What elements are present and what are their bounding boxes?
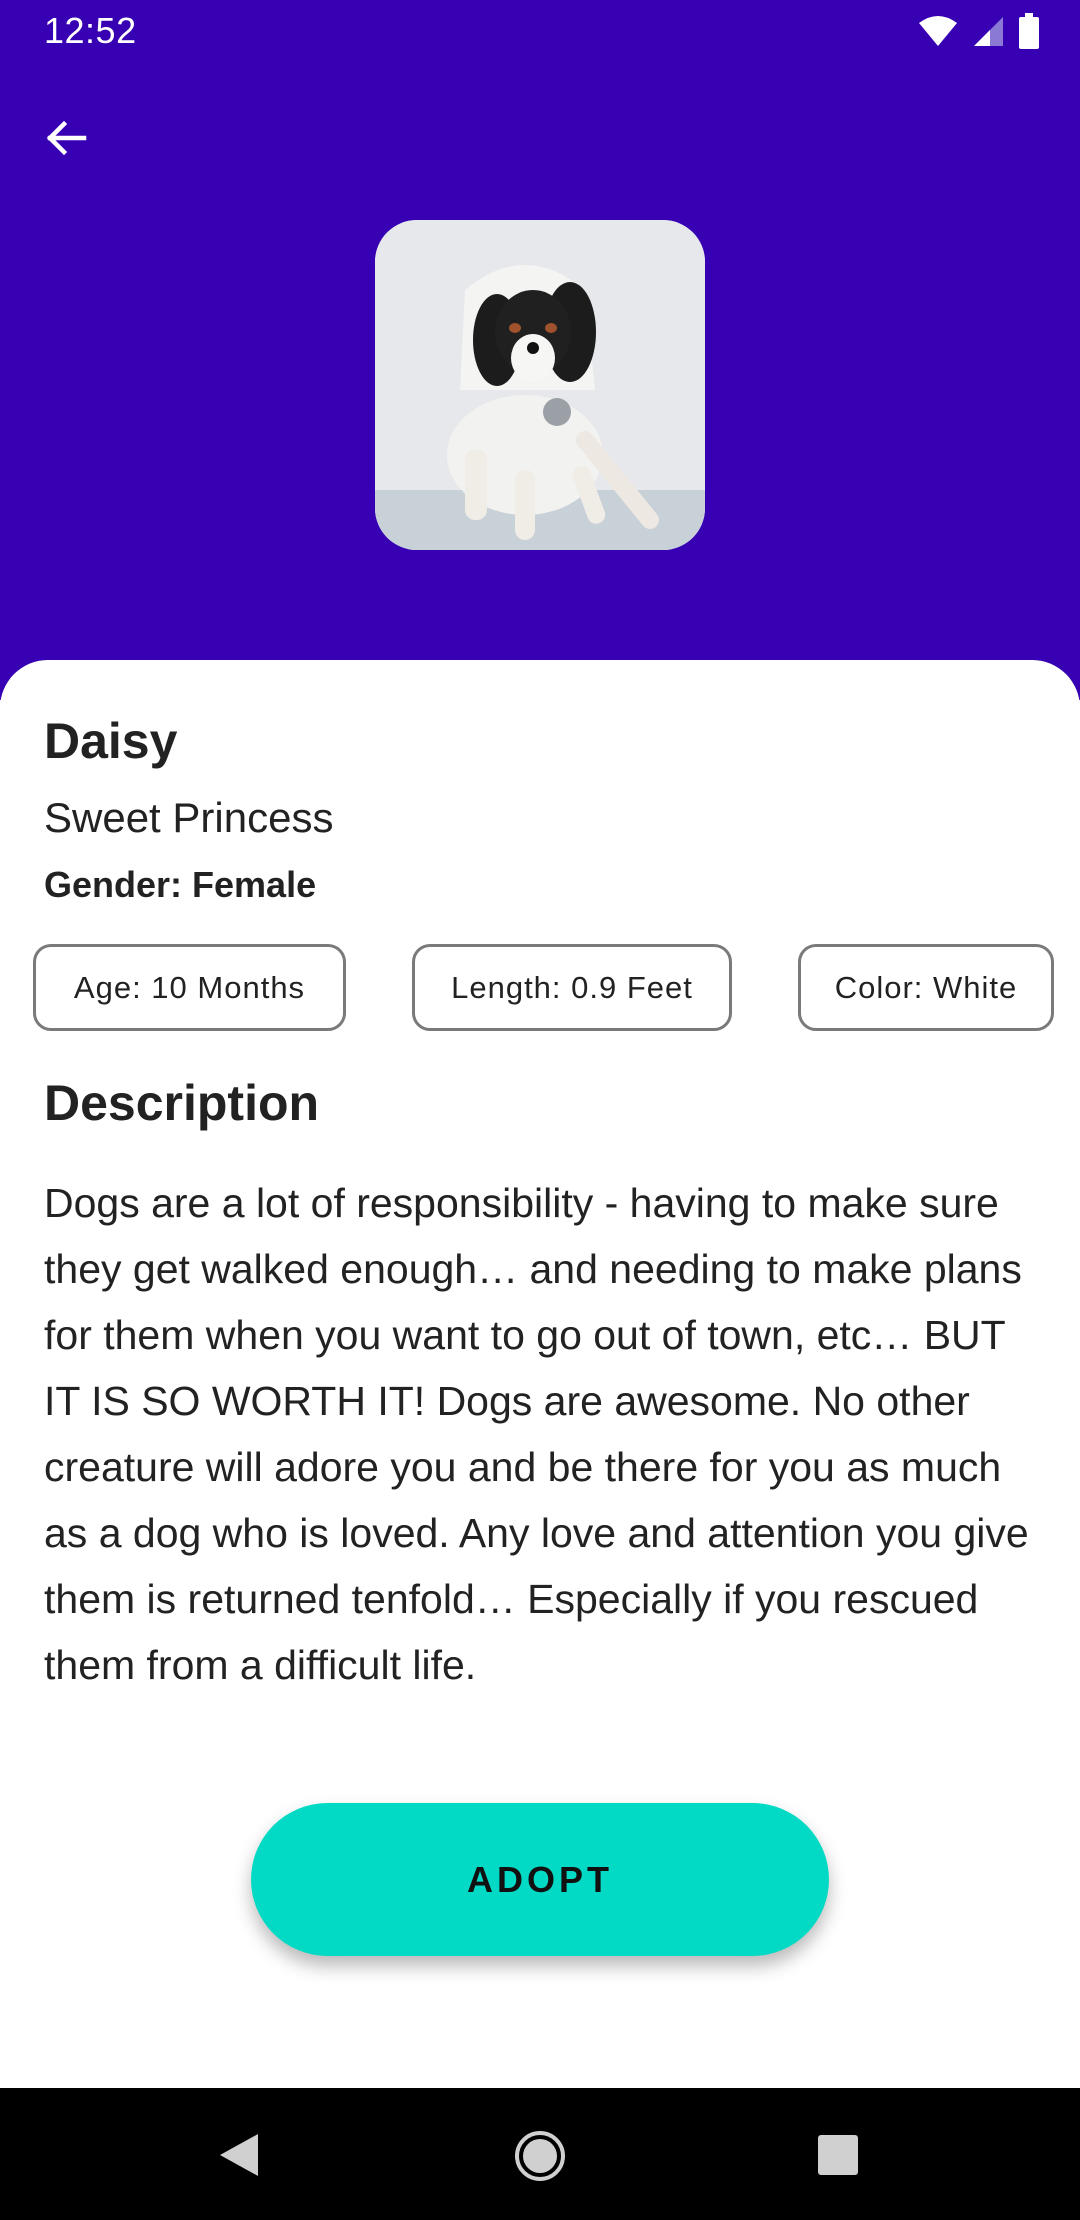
description-text: Dogs are a lot of responsibility - havin…: [44, 1180, 1029, 1688]
length-chip: Length: 0.9 Feet: [412, 944, 732, 1031]
pet-gender: Gender: Female: [44, 864, 317, 905]
pet-subtitle: Sweet Princess: [44, 794, 334, 841]
status-time: 12:52: [44, 10, 137, 51]
signal-icon: [972, 15, 1004, 52]
status-icons: [918, 12, 1040, 54]
nav-home-icon[interactable]: [514, 2130, 566, 2187]
arrow-left-icon: [42, 114, 90, 167]
nav-recents-icon[interactable]: [817, 2134, 859, 2181]
pet-name: Daisy: [44, 713, 178, 769]
battery-icon: [1018, 12, 1040, 54]
status-bar: 12:52: [0, 0, 1080, 66]
back-button[interactable]: [36, 110, 96, 170]
color-chip: Color: White: [798, 944, 1054, 1031]
wifi-icon: [918, 15, 958, 52]
description-heading: Description: [44, 1075, 320, 1131]
navigation-bar: [0, 2088, 1080, 2220]
adopt-button[interactable]: ADOPT: [251, 1803, 829, 1956]
age-chip: Age: 10 Months: [33, 944, 346, 1031]
pet-photo: [375, 220, 705, 550]
nav-back-icon[interactable]: [218, 2132, 260, 2183]
